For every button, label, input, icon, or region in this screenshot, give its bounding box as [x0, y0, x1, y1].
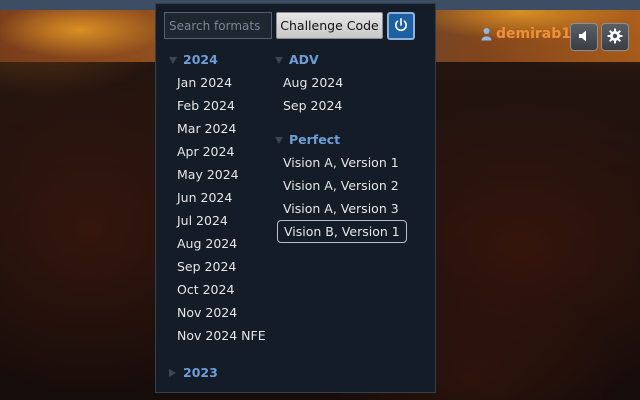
settings-button[interactable] — [601, 23, 629, 51]
caret-right-icon — [169, 369, 176, 377]
caret-down-icon — [275, 136, 283, 144]
user-icon — [481, 27, 492, 41]
format-item[interactable]: Vision A, Version 2 — [277, 174, 435, 197]
format-item[interactable]: Aug 2024 — [277, 71, 435, 94]
challenge-code-button[interactable]: Challenge Code — [276, 12, 383, 39]
format-item[interactable]: Sep 2024 — [171, 255, 277, 278]
gear-icon — [607, 28, 623, 47]
caret-down-icon — [275, 56, 283, 64]
format-item[interactable]: Mar 2024 — [171, 117, 277, 140]
format-item[interactable]: Jan 2024 — [171, 71, 277, 94]
format-item[interactable]: Sep 2024 — [277, 94, 435, 117]
format-item[interactable]: Aug 2024 — [171, 232, 277, 255]
format-column-left: 2024 Jan 2024 Feb 2024 Mar 2024 Apr 2024… — [169, 50, 277, 383]
format-item[interactable]: Jun 2024 — [171, 186, 277, 209]
format-item[interactable]: Oct 2024 — [171, 278, 277, 301]
group-2023-header[interactable]: 2023 — [169, 363, 277, 383]
power-button[interactable] — [387, 12, 415, 40]
user-menu[interactable]: demirab1 — [481, 26, 571, 42]
format-item[interactable]: Jul 2024 — [171, 209, 277, 232]
format-item[interactable]: May 2024 — [171, 163, 277, 186]
power-icon — [393, 17, 409, 36]
group-perfect-header[interactable]: Perfect — [275, 130, 435, 150]
format-item[interactable]: Feb 2024 — [171, 94, 277, 117]
format-item[interactable]: Apr 2024 — [171, 140, 277, 163]
format-column-right: ADV Aug 2024 Sep 2024 Perfect Vision A, … — [275, 50, 435, 243]
caret-down-icon — [169, 56, 177, 64]
username: demirab1 — [496, 26, 572, 42]
format-item[interactable]: Vision A, Version 3 — [277, 197, 435, 220]
format-dropdown: Challenge Code 2024 Jan 2024 Feb 2024 Ma… — [155, 3, 436, 393]
group-adv-header[interactable]: ADV — [275, 50, 435, 70]
format-item-selected[interactable]: Vision B, Version 1 — [277, 220, 407, 243]
sound-button[interactable] — [570, 23, 598, 51]
format-item[interactable]: Vision A, Version 1 — [277, 151, 435, 174]
format-item[interactable]: Nov 2024 NFE — [171, 324, 277, 347]
format-item[interactable]: Nov 2024 — [171, 301, 277, 324]
group-2024-header[interactable]: 2024 — [169, 50, 277, 70]
sound-icon — [577, 29, 591, 46]
search-input[interactable] — [164, 12, 272, 39]
